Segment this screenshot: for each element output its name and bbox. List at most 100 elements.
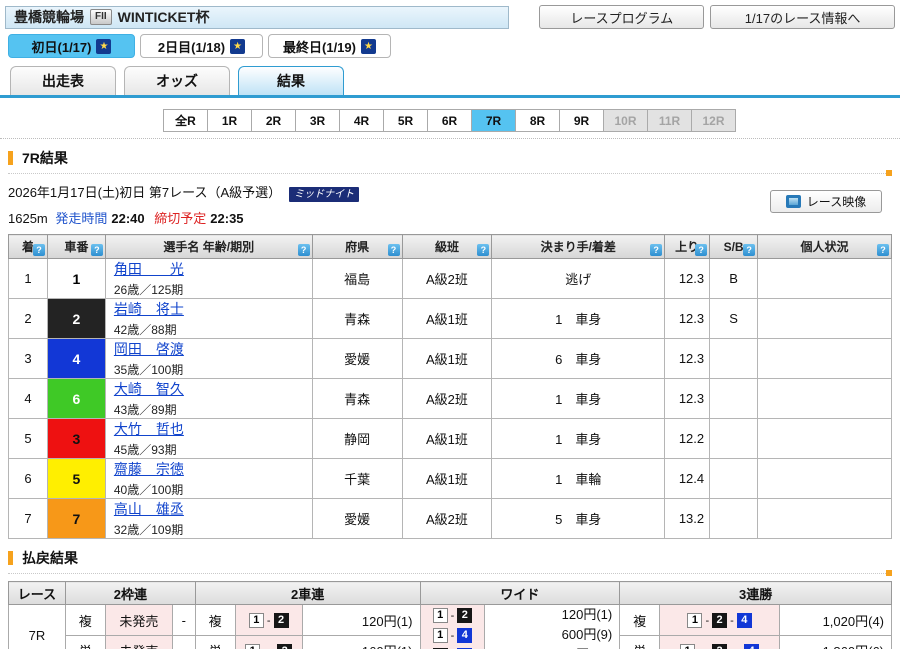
rider-age-period: 43歳／89期: [114, 401, 312, 418]
prefecture-cell: 静岡: [312, 419, 402, 459]
car-chip-2: 2: [274, 613, 289, 628]
car-number-cell: 3: [47, 419, 105, 459]
race-tab-9r[interactable]: 9R: [559, 109, 604, 132]
day-tab-second[interactable]: 2日目(1/18) ★: [140, 34, 263, 58]
prefecture-cell: 青森: [312, 379, 402, 419]
result-row: 3 4 岡田 啓渡35歳／100期 愛媛 A級1班 6 車身 12.3: [9, 339, 892, 379]
combo-separator: -: [451, 606, 455, 626]
margin-cell: 6 車身: [492, 339, 665, 379]
rider-link[interactable]: 岡田 啓渡: [114, 341, 184, 357]
view-tabs: 出走表 オッズ 結果: [0, 65, 900, 98]
wide-amount: 120円(1): [485, 605, 619, 625]
help-icon[interactable]: ?: [477, 244, 489, 256]
race-tab-all[interactable]: 全R: [163, 109, 208, 132]
sanrensho-fuku-combo: 1-2-4: [660, 605, 780, 636]
result-row: 4 6 大崎 智久43歳／89期 青森 A級2班 1 車身 12.3: [9, 379, 892, 419]
help-icon[interactable]: ?: [695, 244, 707, 256]
prefecture-cell: 福島: [312, 259, 402, 299]
race-video-button[interactable]: レース映像: [770, 190, 882, 213]
margin-cell: 5 車身: [492, 499, 665, 539]
help-icon[interactable]: ?: [91, 244, 103, 256]
prefecture-cell: 愛媛: [312, 339, 402, 379]
rider-age-period: 45歳／93期: [114, 441, 312, 458]
rider-cell: 岩崎 将士 42歳／88期: [105, 299, 312, 339]
tab-results[interactable]: 結果: [238, 66, 344, 95]
sanrensho-fuku-amount: 1,020円(4): [780, 605, 892, 636]
help-icon[interactable]: ?: [33, 244, 45, 256]
rider-link[interactable]: 角田 光: [114, 261, 184, 277]
race-tab-1r[interactable]: 1R: [207, 109, 252, 132]
wide-amounts: 120円(1) 600円(9) 630円(10): [485, 605, 620, 649]
nishaken-fuku-amount: 120円(1): [302, 605, 420, 636]
status-cell: [758, 419, 892, 459]
rider-link[interactable]: 大崎 智久: [114, 381, 184, 397]
sb-cell: [710, 339, 758, 379]
distance-text: 1625m: [8, 211, 48, 226]
day-tab-final[interactable]: 最終日(1/19) ★: [268, 34, 391, 58]
nishaken-tan-combo: 1→2: [235, 636, 302, 649]
col-rider: 選手名 年齢/期別?: [105, 235, 312, 259]
help-icon[interactable]: ?: [650, 244, 662, 256]
sanrensho-tan-label: 単: [620, 636, 660, 649]
day-tab-first[interactable]: 初日(1/17) ★: [8, 34, 135, 58]
payout-header-row: レース 2枠連 2車連 ワイド 3連勝: [9, 582, 892, 605]
star-icon: ★: [230, 39, 245, 54]
class-cell: A級2班: [402, 499, 492, 539]
race-info-button[interactable]: 1/17のレース情報へ: [710, 5, 895, 29]
payout-row-fuku: 7R 複 未発売 - 複 1-2 120円(1) 1-2 1-4 2-4 120…: [9, 605, 892, 636]
section-title-text: 7R結果: [22, 150, 68, 166]
race-tab-12r: 12R: [691, 109, 736, 132]
car-number-cell: 4: [47, 339, 105, 379]
rank-cell: 1: [9, 259, 48, 299]
help-icon[interactable]: ?: [388, 244, 400, 256]
help-icon[interactable]: ?: [877, 244, 889, 256]
day-tab-label: 初日(1/17): [32, 37, 92, 56]
section-title-text: 払戻結果: [22, 550, 78, 566]
car-chip-1: 1: [245, 644, 260, 649]
sanrensho-tan-amount: 1,860円(6): [780, 636, 892, 649]
race-tab-2r[interactable]: 2R: [251, 109, 296, 132]
combo-separator: -: [267, 615, 271, 627]
race-tab-5r[interactable]: 5R: [383, 109, 428, 132]
sb-cell: B: [710, 259, 758, 299]
day-tab-label: 2日目(1/18): [158, 37, 225, 56]
race-tab-7r[interactable]: 7R: [471, 109, 516, 132]
help-icon[interactable]: ?: [298, 244, 310, 256]
wakuren-fuku-label: 複: [65, 605, 105, 636]
race-tab-4r[interactable]: 4R: [339, 109, 384, 132]
car-number-cell: 7: [47, 499, 105, 539]
prefecture-cell: 青森: [312, 299, 402, 339]
result-row: 1 1 角田 光26歳／125期 福島 A級2班 逃げ 12.3 B: [9, 259, 892, 299]
rider-link[interactable]: 高山 雄丞: [114, 501, 184, 517]
help-icon[interactable]: ?: [743, 244, 755, 256]
tab-odds[interactable]: オッズ: [124, 66, 230, 95]
page: 豊橋競輪場 FII WINTICKET杯 レースプログラム 1/17のレース情報…: [0, 0, 900, 649]
wakuren-tan-label: 単: [65, 636, 105, 649]
race-info: 2026年1月17日(土)初日 第7レース（A級予選）ミッドナイト 1625m …: [8, 182, 892, 228]
orange-bar: [8, 151, 13, 165]
nishaken-tan-label: 単: [195, 636, 235, 649]
car-chip-1: 1: [433, 608, 448, 623]
arrow-separator: →: [730, 645, 741, 649]
col-class: 級班?: [402, 235, 492, 259]
car-chip-1: 1: [433, 628, 448, 643]
race-tab-6r[interactable]: 6R: [427, 109, 472, 132]
race-program-button[interactable]: レースプログラム: [539, 5, 704, 29]
rider-link[interactable]: 大竹 哲也: [114, 421, 184, 437]
sb-cell: [710, 459, 758, 499]
sb-cell: [710, 499, 758, 539]
rider-age-period: 42歳／88期: [114, 321, 312, 338]
col-margin: 決まり手/着差?: [492, 235, 665, 259]
lap-time-cell: 12.3: [665, 339, 710, 379]
car-number-cell: 2: [47, 299, 105, 339]
tab-startlist[interactable]: 出走表: [10, 66, 116, 95]
car-chip-1: 1: [249, 613, 264, 628]
race-tab-3r[interactable]: 3R: [295, 109, 340, 132]
wide-amount: 630円(10): [485, 645, 619, 649]
rider-link[interactable]: 岩崎 将士: [114, 301, 184, 317]
payout-race-cell: 7R: [9, 605, 66, 649]
col-wide: ワイド: [420, 582, 620, 605]
race-tab-8r[interactable]: 8R: [515, 109, 560, 132]
rider-link[interactable]: 齋藤 宗徳: [114, 461, 184, 477]
combo-separator: -: [705, 615, 709, 627]
